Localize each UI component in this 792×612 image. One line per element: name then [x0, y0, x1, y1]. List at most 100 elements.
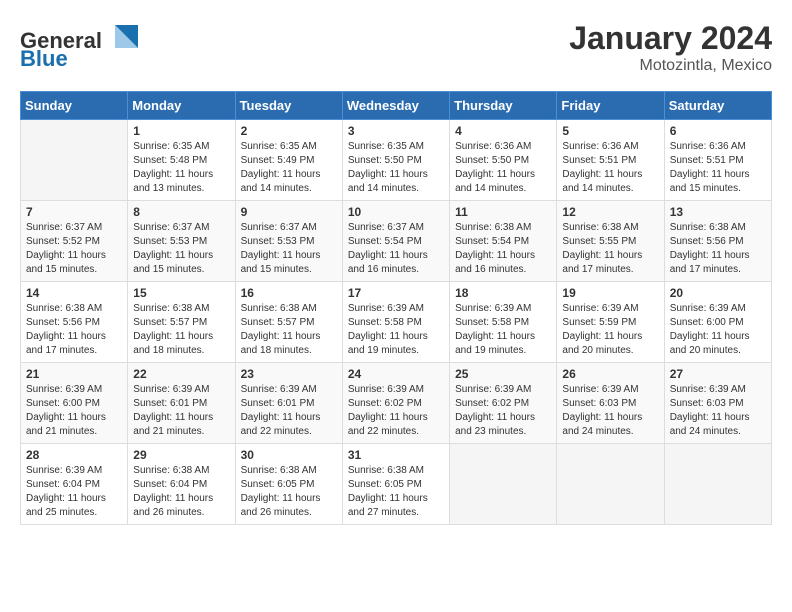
day-details: Sunrise: 6:38 AMSunset: 5:55 PMDaylight:…: [562, 221, 658, 277]
calendar-day-cell: 25Sunrise: 6:39 AMSunset: 6:02 PMDayligh…: [450, 363, 557, 444]
calendar-week-row: 21 Sunrise: 6:39 AMSunset: 6:00 PMDayligh…: [21, 363, 772, 444]
day-details: Sunrise: 6:39 AMSunset: 5:58 PMDaylight:…: [455, 302, 551, 358]
day-number: 3: [348, 124, 444, 138]
day-number: 6: [670, 124, 766, 138]
day-details: Sunrise: 6:39 AMSunset: 6:03 PMDaylight:…: [562, 383, 658, 439]
day-number: 21: [26, 367, 122, 381]
weekday-header-cell: Friday: [557, 92, 664, 120]
day-details: Sunrise: 6:39 AMSunset: 5:59 PMDaylight:…: [562, 302, 658, 358]
calendar-day-cell: 20Sunrise: 6:39 AMSunset: 6:00 PMDayligh…: [664, 282, 771, 363]
day-number: 29: [133, 448, 229, 462]
day-number: 12: [562, 205, 658, 219]
calendar-day-cell: 16Sunrise: 6:38 AMSunset: 5:57 PMDayligh…: [235, 282, 342, 363]
calendar-day-cell: 5 Sunrise: 6:36 AMSunset: 5:51 PMDaylight…: [557, 120, 664, 201]
weekday-header-row: SundayMondayTuesdayWednesdayThursdayFrid…: [21, 92, 772, 120]
day-number: 7: [26, 205, 122, 219]
day-number: 13: [670, 205, 766, 219]
day-details: Sunrise: 6:35 AMSunset: 5:50 PMDaylight:…: [348, 140, 444, 196]
day-details: Sunrise: 6:36 AMSunset: 5:51 PMDaylight:…: [562, 140, 658, 196]
calendar-day-cell: 28 Sunrise: 6:39 AMSunset: 6:04 PMDayligh…: [21, 444, 128, 525]
day-details: Sunrise: 6:37 AMSunset: 5:53 PMDaylight:…: [133, 221, 229, 277]
calendar-day-cell: 13 Sunrise: 6:38 AMSunset: 5:56 PMDayligh…: [664, 201, 771, 282]
day-number: 23: [241, 367, 337, 381]
day-number: 27: [670, 367, 766, 381]
calendar-day-cell: 17 Sunrise: 6:39 AMSunset: 5:58 PMDayligh…: [342, 282, 449, 363]
weekday-header-cell: Thursday: [450, 92, 557, 120]
day-number: 9: [241, 205, 337, 219]
day-number: 1: [133, 124, 229, 138]
calendar-day-cell: 18 Sunrise: 6:39 AMSunset: 5:58 PMDayligh…: [450, 282, 557, 363]
calendar-day-cell: 9 Sunrise: 6:37 AMSunset: 5:53 PMDaylight…: [235, 201, 342, 282]
calendar-day-cell: 31Sunrise: 6:38 AMSunset: 6:05 PMDayligh…: [342, 444, 449, 525]
calendar-day-cell: 11 Sunrise: 6:38 AMSunset: 5:54 PMDayligh…: [450, 201, 557, 282]
day-number: 15: [133, 286, 229, 300]
day-details: Sunrise: 6:36 AMSunset: 5:50 PMDaylight:…: [455, 140, 551, 196]
calendar-body: 1 Sunrise: 6:35 AMSunset: 5:48 PMDaylight…: [21, 120, 772, 525]
calendar-day-cell: 10 Sunrise: 6:37 AMSunset: 5:54 PMDayligh…: [342, 201, 449, 282]
calendar-day-cell: 1 Sunrise: 6:35 AMSunset: 5:48 PMDaylight…: [128, 120, 235, 201]
calendar-day-cell: 23Sunrise: 6:39 AMSunset: 6:01 PMDayligh…: [235, 363, 342, 444]
day-number: 26: [562, 367, 658, 381]
calendar-day-cell: 8 Sunrise: 6:37 AMSunset: 5:53 PMDaylight…: [128, 201, 235, 282]
calendar-day-cell: 27Sunrise: 6:39 AMSunset: 6:03 PMDayligh…: [664, 363, 771, 444]
weekday-header-cell: Monday: [128, 92, 235, 120]
day-number: 11: [455, 205, 551, 219]
calendar-day-cell: 12 Sunrise: 6:38 AMSunset: 5:55 PMDayligh…: [557, 201, 664, 282]
day-details: Sunrise: 6:39 AMSunset: 6:00 PMDaylight:…: [26, 383, 122, 439]
day-number: 18: [455, 286, 551, 300]
calendar-day-cell: 14 Sunrise: 6:38 AMSunset: 5:56 PMDayligh…: [21, 282, 128, 363]
calendar-day-cell: 6 Sunrise: 6:36 AMSunset: 5:51 PMDaylight…: [664, 120, 771, 201]
calendar-day-cell: 2Sunrise: 6:35 AMSunset: 5:49 PMDaylight…: [235, 120, 342, 201]
day-details: Sunrise: 6:39 AMSunset: 6:01 PMDaylight:…: [133, 383, 229, 439]
calendar-week-row: 14 Sunrise: 6:38 AMSunset: 5:56 PMDayligh…: [21, 282, 772, 363]
day-details: Sunrise: 6:35 AMSunset: 5:48 PMDaylight:…: [133, 140, 229, 196]
svg-text:Blue: Blue: [20, 46, 68, 70]
day-details: Sunrise: 6:36 AMSunset: 5:51 PMDaylight:…: [670, 140, 766, 196]
day-number: 20: [670, 286, 766, 300]
calendar-day-cell: [21, 120, 128, 201]
day-number: 8: [133, 205, 229, 219]
logo: General Blue: [20, 20, 140, 75]
calendar-day-cell: 19 Sunrise: 6:39 AMSunset: 5:59 PMDayligh…: [557, 282, 664, 363]
day-number: 28: [26, 448, 122, 462]
day-details: Sunrise: 6:37 AMSunset: 5:54 PMDaylight:…: [348, 221, 444, 277]
day-number: 2: [241, 124, 337, 138]
day-details: Sunrise: 6:37 AMSunset: 5:52 PMDaylight:…: [26, 221, 122, 277]
weekday-header-cell: Tuesday: [235, 92, 342, 120]
day-details: Sunrise: 6:38 AMSunset: 5:57 PMDaylight:…: [241, 302, 337, 358]
day-details: Sunrise: 6:38 AMSunset: 5:56 PMDaylight:…: [670, 221, 766, 277]
day-details: Sunrise: 6:39 AMSunset: 6:04 PMDaylight:…: [26, 464, 122, 520]
page-header: General Blue January 2024 Motozintla, Me…: [20, 20, 772, 75]
calendar-day-cell: 22Sunrise: 6:39 AMSunset: 6:01 PMDayligh…: [128, 363, 235, 444]
weekday-header-cell: Wednesday: [342, 92, 449, 120]
day-details: Sunrise: 6:38 AMSunset: 6:05 PMDaylight:…: [241, 464, 337, 520]
day-details: Sunrise: 6:39 AMSunset: 5:58 PMDaylight:…: [348, 302, 444, 358]
day-number: 14: [26, 286, 122, 300]
calendar-day-cell: [664, 444, 771, 525]
day-details: Sunrise: 6:38 AMSunset: 6:05 PMDaylight:…: [348, 464, 444, 520]
weekday-header-cell: Saturday: [664, 92, 771, 120]
location-subtitle: Motozintla, Mexico: [569, 57, 772, 75]
day-number: 4: [455, 124, 551, 138]
calendar-day-cell: 24 Sunrise: 6:39 AMSunset: 6:02 PMDayligh…: [342, 363, 449, 444]
day-number: 5: [562, 124, 658, 138]
day-details: Sunrise: 6:38 AMSunset: 5:54 PMDaylight:…: [455, 221, 551, 277]
day-details: Sunrise: 6:38 AMSunset: 5:56 PMDaylight:…: [26, 302, 122, 358]
day-number: 19: [562, 286, 658, 300]
calendar-day-cell: 3 Sunrise: 6:35 AMSunset: 5:50 PMDaylight…: [342, 120, 449, 201]
calendar-day-cell: 15 Sunrise: 6:38 AMSunset: 5:57 PMDayligh…: [128, 282, 235, 363]
title-block: January 2024 Motozintla, Mexico: [569, 20, 772, 75]
day-number: 10: [348, 205, 444, 219]
day-number: 25: [455, 367, 551, 381]
calendar-table: SundayMondayTuesdayWednesdayThursdayFrid…: [20, 91, 772, 525]
calendar-day-cell: [450, 444, 557, 525]
calendar-day-cell: 21 Sunrise: 6:39 AMSunset: 6:00 PMDayligh…: [21, 363, 128, 444]
logo-wordmark: General Blue: [20, 20, 140, 75]
day-details: Sunrise: 6:39 AMSunset: 6:02 PMDaylight:…: [348, 383, 444, 439]
calendar-week-row: 28 Sunrise: 6:39 AMSunset: 6:04 PMDayligh…: [21, 444, 772, 525]
day-number: 17: [348, 286, 444, 300]
day-details: Sunrise: 6:38 AMSunset: 5:57 PMDaylight:…: [133, 302, 229, 358]
day-number: 24: [348, 367, 444, 381]
day-details: Sunrise: 6:37 AMSunset: 5:53 PMDaylight:…: [241, 221, 337, 277]
calendar-day-cell: 30Sunrise: 6:38 AMSunset: 6:05 PMDayligh…: [235, 444, 342, 525]
